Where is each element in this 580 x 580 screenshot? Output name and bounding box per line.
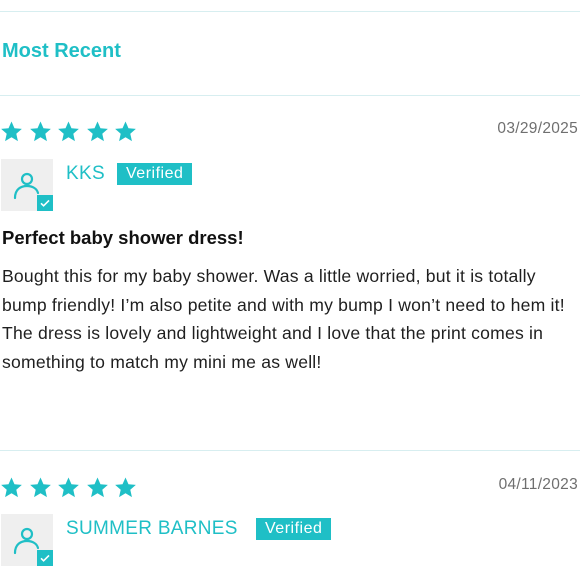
star-icon (57, 476, 80, 499)
sort-most-recent[interactable]: Most Recent (2, 40, 121, 63)
reviewer-name: KKS (66, 163, 105, 184)
avatar (1, 159, 53, 211)
star-icon (29, 476, 52, 499)
verified-badge: Verified (117, 163, 193, 185)
star-icon (86, 476, 109, 499)
star-icon (0, 120, 23, 143)
section-divider (0, 95, 580, 96)
star-icon (57, 120, 80, 143)
review-body: Bought this for my baby shower. Was a li… (2, 266, 565, 372)
star-icon (86, 120, 109, 143)
review-title: Perfect baby shower dress! (2, 227, 244, 248)
star-icon (114, 476, 137, 499)
verified-badge: Verified (256, 518, 332, 540)
review-divider (0, 450, 580, 451)
top-divider (0, 11, 580, 12)
star-icon (29, 120, 52, 143)
reviewer-name: SUMMER BARNES (66, 518, 238, 539)
verified-check-icon (37, 195, 53, 211)
star-rating (0, 120, 143, 143)
star-rating (0, 476, 143, 499)
verified-check-icon (37, 550, 53, 566)
star-icon (114, 120, 137, 143)
star-icon (0, 476, 23, 499)
avatar (1, 514, 53, 566)
review-date: 04/11/2023 (498, 476, 578, 493)
review-date: 03/29/2025 (497, 120, 578, 137)
